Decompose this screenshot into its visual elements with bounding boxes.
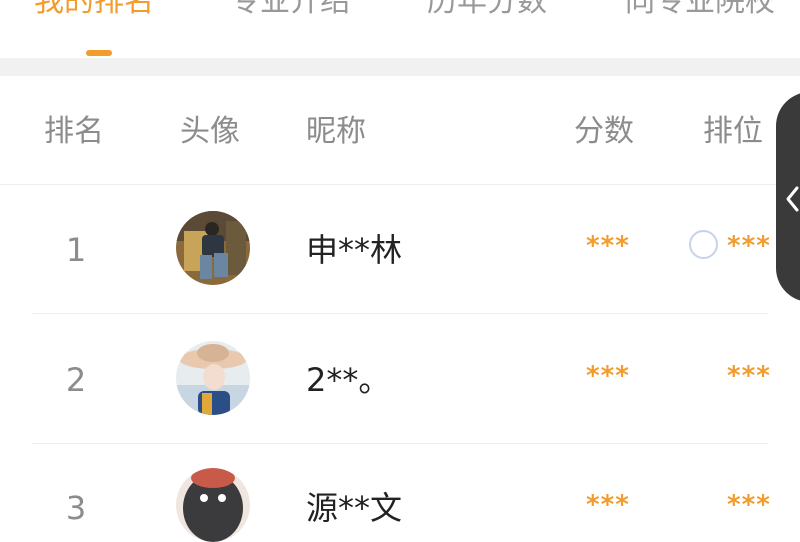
column-header-avatar: 头像 bbox=[180, 114, 240, 149]
row-divider bbox=[32, 443, 768, 444]
avatar[interactable] bbox=[176, 468, 250, 542]
row-nickname: 2**。 bbox=[306, 361, 391, 399]
row-rank: 1 bbox=[65, 231, 87, 269]
tab-my-ranking[interactable]: 我的排名 bbox=[34, 0, 154, 22]
header-divider bbox=[0, 184, 800, 185]
active-tab-indicator bbox=[86, 50, 112, 56]
row-rank: 2 bbox=[65, 361, 87, 399]
row-position: *** bbox=[727, 490, 771, 520]
avatar[interactable] bbox=[176, 211, 250, 285]
row-divider bbox=[32, 313, 768, 314]
row-score: *** bbox=[586, 361, 630, 391]
column-header-score: 分数 bbox=[574, 114, 634, 149]
column-header-nickname: 昵称 bbox=[306, 114, 366, 149]
tab-same-major-colleges[interactable]: 同专业院校 bbox=[625, 0, 775, 22]
chevron-left-icon bbox=[786, 186, 799, 212]
row-position: *** bbox=[727, 231, 771, 261]
tab-major-intro[interactable]: 专业介绍 bbox=[230, 0, 350, 22]
row-position: *** bbox=[727, 361, 771, 391]
avatar[interactable] bbox=[176, 341, 250, 415]
row-rank: 3 bbox=[65, 489, 87, 527]
tab-bar: 我的排名 专业介绍 历年分数 同专业院校 bbox=[0, 0, 800, 56]
row-nickname: 申**林 bbox=[306, 231, 403, 269]
row-nickname: 源**文 bbox=[306, 489, 403, 527]
row-score: *** bbox=[586, 490, 630, 520]
tab-historical-scores[interactable]: 历年分数 bbox=[427, 0, 547, 22]
section-separator bbox=[0, 58, 800, 76]
floating-circle[interactable] bbox=[689, 230, 718, 259]
column-header-rank: 排名 bbox=[44, 114, 104, 149]
column-header-position: 排位 bbox=[703, 114, 763, 149]
row-score: *** bbox=[586, 231, 630, 261]
